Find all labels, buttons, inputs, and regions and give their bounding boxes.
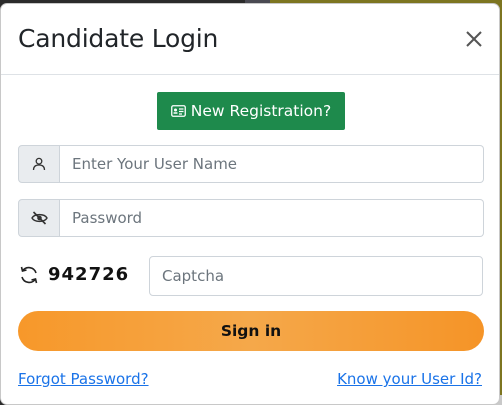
know-user-id-link[interactable]: Know your User Id? xyxy=(337,370,482,388)
user-icon xyxy=(18,145,60,183)
password-group xyxy=(18,199,484,237)
id-card-icon xyxy=(170,105,186,117)
modal-header: Candidate Login xyxy=(1,4,499,75)
captcha-code: 942726 xyxy=(48,264,130,285)
username-group xyxy=(18,145,484,183)
modal-title: Candidate Login xyxy=(18,24,219,53)
login-modal: Candidate Login New Registration? Enter … xyxy=(0,3,500,405)
password-input[interactable] xyxy=(60,199,484,237)
refresh-icon[interactable] xyxy=(18,264,40,286)
sign-in-button[interactable]: Sign in xyxy=(18,311,484,351)
captcha-row: 942726 xyxy=(18,256,484,296)
forgot-password-link[interactable]: Forgot Password? xyxy=(18,370,149,388)
username-input[interactable] xyxy=(60,145,484,183)
close-icon[interactable] xyxy=(463,28,485,50)
new-registration-label: New Registration? xyxy=(190,102,332,120)
captcha-input[interactable] xyxy=(149,256,483,296)
eye-slash-icon[interactable] xyxy=(18,199,60,237)
new-registration-button[interactable]: New Registration? xyxy=(157,92,345,130)
